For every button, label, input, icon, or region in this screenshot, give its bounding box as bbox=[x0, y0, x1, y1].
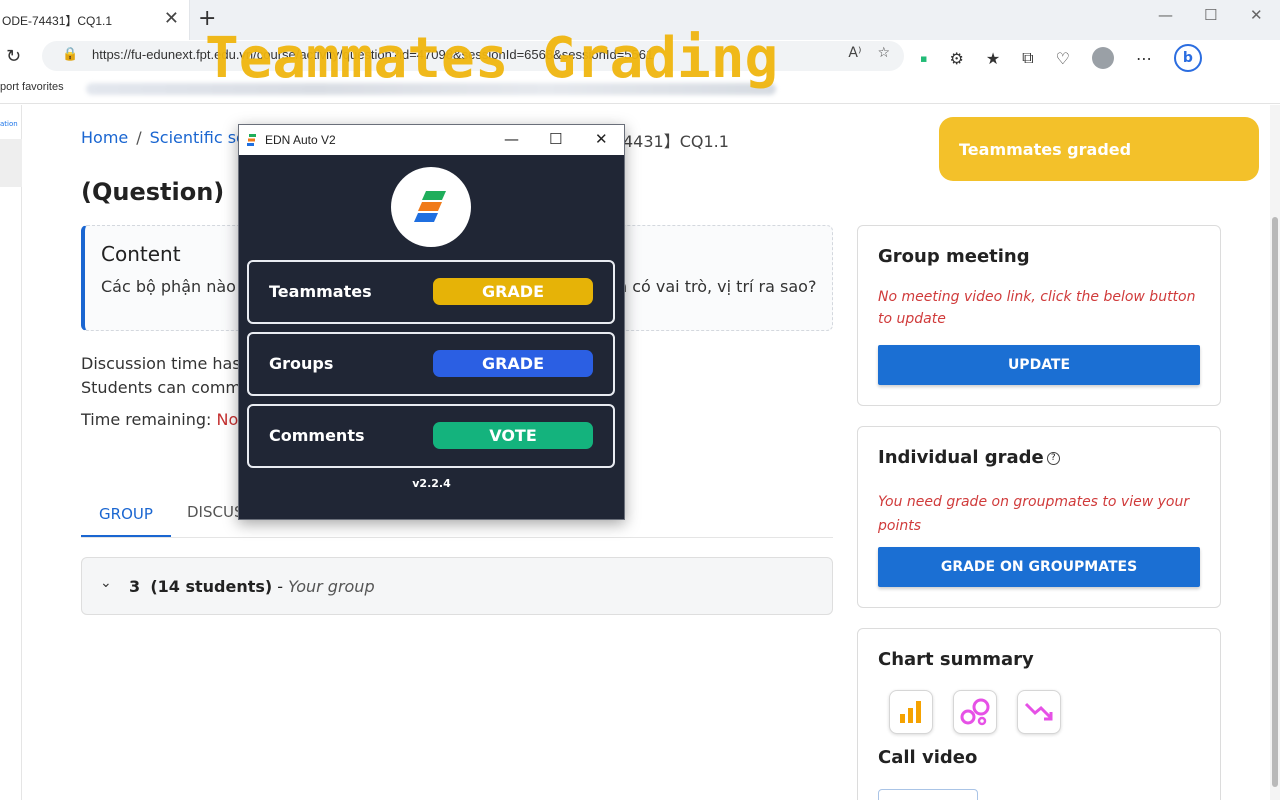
edn-auto-window: EDN Auto V2 — ☐ ✕ Teammates GRADE Groups… bbox=[238, 124, 625, 520]
group-dash: - bbox=[277, 577, 284, 596]
collections-icon[interactable]: ⧉ bbox=[1022, 48, 1033, 68]
breadcrumb-course[interactable]: Scientific so bbox=[150, 128, 246, 147]
edn-row-groups: Groups GRADE bbox=[247, 332, 615, 396]
favorites-bar-label[interactable]: port favorites bbox=[0, 81, 64, 93]
time-remaining-value: No bbox=[216, 410, 239, 429]
content-heading: Content bbox=[101, 242, 181, 266]
comments-label: Comments bbox=[269, 426, 365, 445]
group-meeting-note: No meeting video link, click the below b… bbox=[878, 289, 1196, 327]
tabs-divider bbox=[81, 537, 833, 538]
chevron-down-icon[interactable]: ⌄ bbox=[100, 575, 112, 591]
edn-window-title: EDN Auto V2 bbox=[265, 133, 336, 147]
read-aloud-icon[interactable]: A⁾ bbox=[848, 45, 861, 61]
content-text-continued: n có vai trò, vị trí ra sao? bbox=[617, 277, 817, 296]
edn-logo bbox=[391, 167, 471, 247]
extensions-icon[interactable]: ⚙ bbox=[949, 49, 963, 68]
grade-on-groupmates-button[interactable]: GRADE ON GROUPMATES bbox=[878, 547, 1200, 587]
favorites-icon[interactable]: ★ bbox=[986, 49, 1000, 68]
discussion-note: Students can comme bbox=[81, 378, 251, 397]
help-icon[interactable]: ? bbox=[1046, 451, 1060, 465]
update-button[interactable]: UPDATE bbox=[878, 345, 1200, 385]
breadcrumb-separator: / bbox=[136, 128, 142, 147]
scrollbar-thumb[interactable] bbox=[1272, 217, 1278, 787]
group-summary: 3 (14 students) - Your group bbox=[129, 577, 375, 596]
sidebar-active-item[interactable] bbox=[0, 139, 22, 187]
edn-maximize-icon[interactable]: ☐ bbox=[549, 130, 562, 148]
performance-icon[interactable]: ♡ bbox=[1056, 49, 1070, 68]
edn-titlebar[interactable]: EDN Auto V2 — ☐ ✕ bbox=[239, 125, 624, 155]
group-student-count: (14 students) bbox=[150, 577, 273, 596]
browser-toolbar: ▪ ⚙ ★ ⧉ ♡ ⋯ b bbox=[920, 44, 1202, 72]
teammates-label: Teammates bbox=[269, 282, 372, 301]
page-scrollbar[interactable] bbox=[1270, 105, 1280, 800]
sidebar-label: ation bbox=[0, 120, 18, 128]
breadcrumb: Home / Scientific so bbox=[81, 128, 246, 147]
reload-icon[interactable]: ↻ bbox=[6, 46, 21, 67]
trend-down-icon[interactable] bbox=[1017, 690, 1061, 734]
call-video-button[interactable] bbox=[878, 789, 978, 800]
bubble-chart-icon[interactable] bbox=[953, 690, 997, 734]
chart-summary-title: Chart summary bbox=[878, 649, 1034, 670]
overlay-title: Teammates Grading bbox=[205, 26, 779, 91]
group-meeting-card: Group meeting No meeting video link, cli… bbox=[857, 225, 1221, 406]
bar-chart-icon[interactable] bbox=[889, 690, 933, 734]
tab-group[interactable]: GROUP bbox=[81, 493, 171, 537]
edn-close-icon[interactable]: ✕ bbox=[595, 130, 608, 148]
discussion-status: Discussion time has bbox=[81, 354, 241, 373]
edn-row-teammates: Teammates GRADE bbox=[247, 260, 615, 324]
more-menu-icon[interactable]: ⋯ bbox=[1136, 49, 1152, 68]
individual-grade-title: Individual grade? bbox=[878, 447, 1060, 468]
bing-copilot-icon[interactable]: b bbox=[1173, 44, 1202, 72]
page-title: (Question)【 bbox=[81, 178, 249, 206]
edn-row-comments: Comments VOTE bbox=[247, 404, 615, 468]
teammates-grade-button[interactable]: GRADE bbox=[433, 278, 593, 305]
content-text: Các bộ phận nào bbox=[101, 277, 236, 296]
browser-tab[interactable]: ODE-74431】CQ1.1 ✕ bbox=[0, 0, 190, 40]
edn-app-icon bbox=[247, 134, 256, 146]
individual-grade-card: Individual grade? You need grade on grou… bbox=[857, 426, 1221, 608]
time-remaining: Time remaining: No bbox=[81, 410, 238, 429]
close-window-icon[interactable]: ✕ bbox=[1250, 6, 1263, 24]
group-meeting-title: Group meeting bbox=[878, 246, 1030, 267]
comments-vote-button[interactable]: VOTE bbox=[433, 422, 593, 449]
url-actions: A⁾ ☆ bbox=[848, 45, 890, 61]
individual-grade-title-text: Individual grade bbox=[878, 447, 1044, 468]
extension-edn-icon[interactable]: ▪ bbox=[920, 52, 927, 65]
individual-grade-note: You need grade on groupmates to view you… bbox=[878, 494, 1190, 534]
maximize-icon[interactable]: ☐ bbox=[1204, 6, 1217, 24]
teammates-graded-toast: Teammates graded bbox=[939, 117, 1259, 181]
groups-label: Groups bbox=[269, 354, 334, 373]
chart-summary-card: Chart summary Call video bbox=[857, 628, 1221, 800]
call-video-title: Call video bbox=[878, 747, 978, 768]
add-favorite-icon[interactable]: ☆ bbox=[877, 45, 890, 61]
minimize-icon[interactable]: — bbox=[1158, 6, 1173, 24]
breadcrumb-current: 4431】CQ1.1 bbox=[623, 132, 729, 151]
group-number: 3 bbox=[129, 577, 141, 596]
group-accordion[interactable]: ⌄ 3 (14 students) - Your group bbox=[81, 557, 833, 615]
toast-text: Teammates graded bbox=[959, 139, 1132, 159]
profile-avatar[interactable] bbox=[1091, 47, 1114, 69]
groups-grade-button[interactable]: GRADE bbox=[433, 350, 593, 377]
browser-tab-title: ODE-74431】CQ1.1 bbox=[2, 13, 113, 28]
group-yours-label: Your group bbox=[288, 577, 375, 596]
close-tab-icon[interactable]: ✕ bbox=[164, 10, 179, 28]
edn-minimize-icon[interactable]: — bbox=[504, 130, 519, 148]
breadcrumb-home[interactable]: Home bbox=[81, 128, 128, 147]
left-sidebar-strip: ation bbox=[0, 105, 22, 800]
lock-icon[interactable]: 🔒 bbox=[62, 47, 78, 62]
tab-discuss[interactable]: DISCUS bbox=[187, 503, 243, 521]
time-remaining-label: Time remaining: bbox=[81, 410, 212, 429]
edn-version: v2.2.4 bbox=[412, 477, 451, 490]
